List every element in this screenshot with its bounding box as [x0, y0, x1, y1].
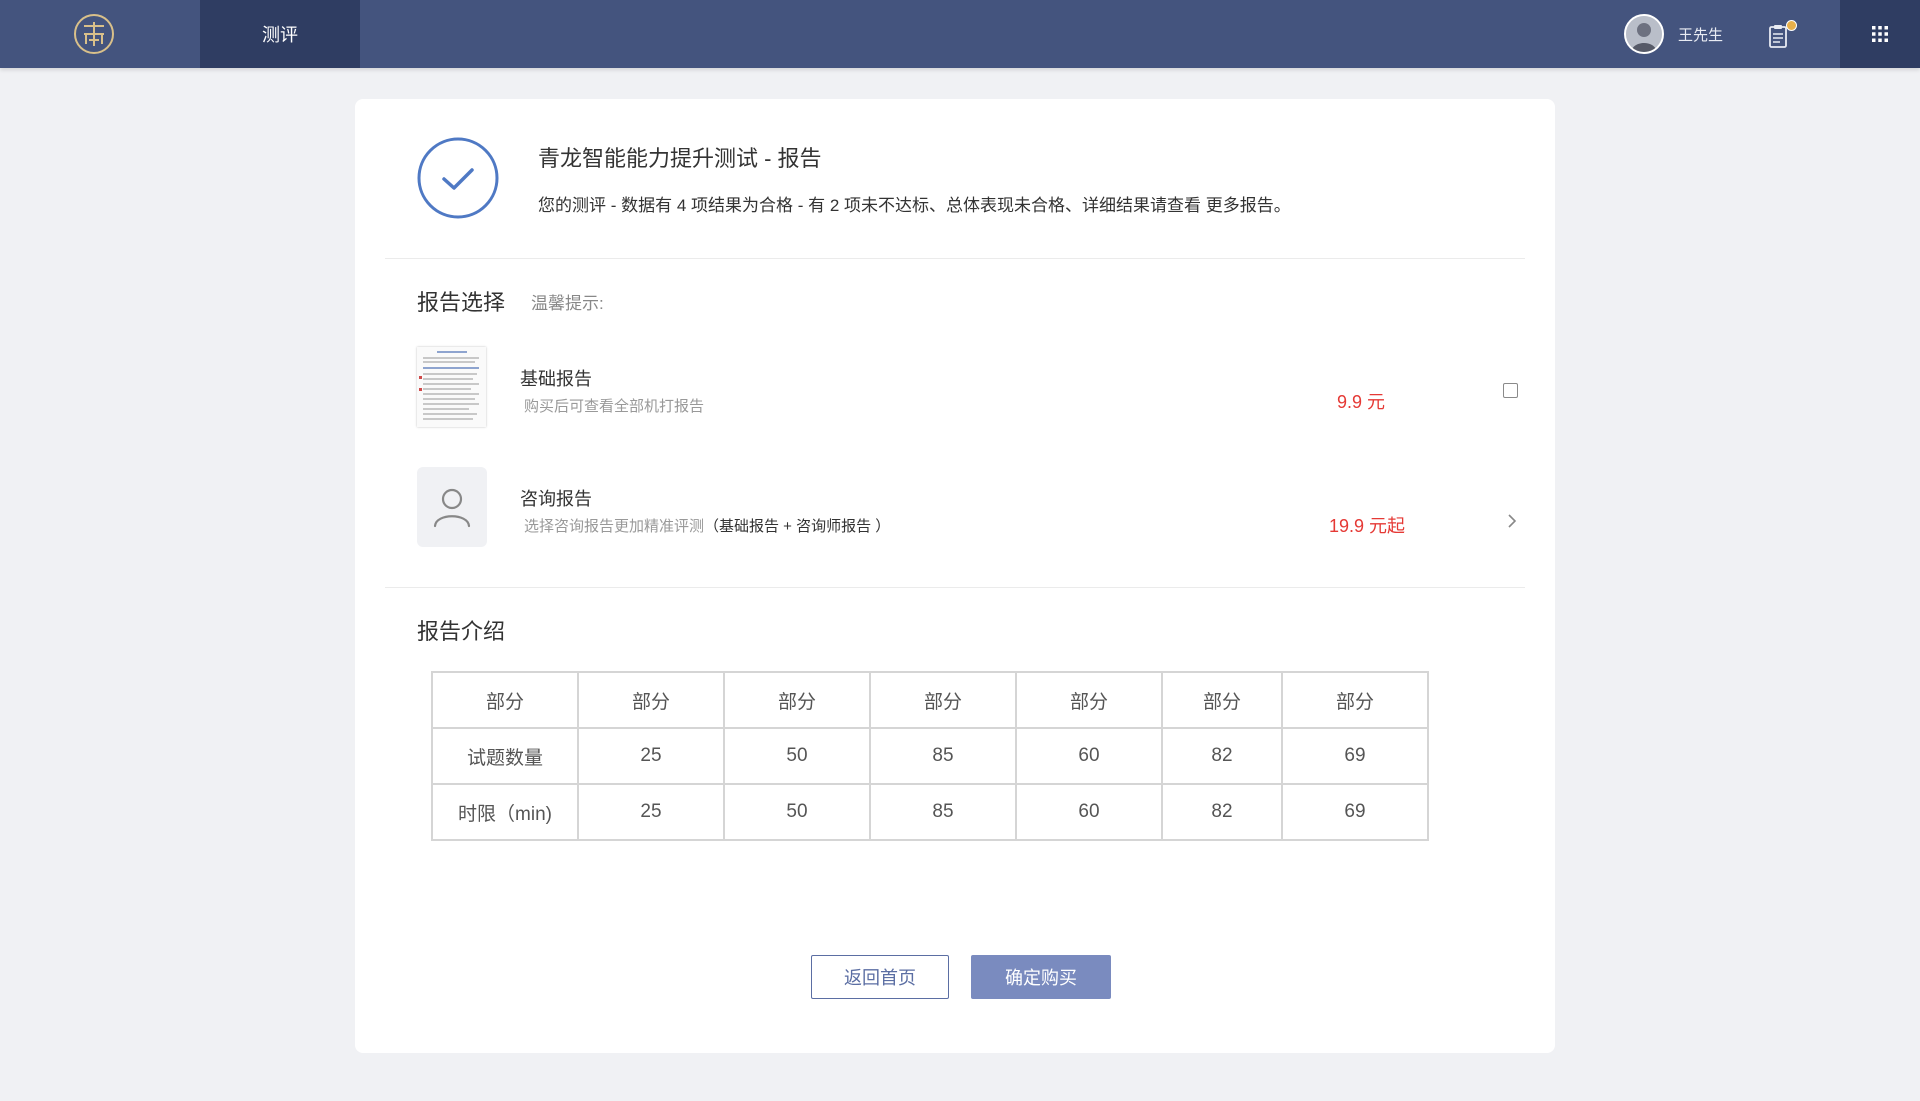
nav-tab-assessment[interactable]: 测评 — [200, 0, 360, 68]
table-cell: 82 — [1161, 783, 1283, 841]
table-cell: 60 — [1015, 783, 1163, 841]
table-cell: 50 — [723, 783, 871, 841]
report-intro-table: 部分 部分 部分 部分 部分 部分 部分 试题数量 25 50 85 60 82… — [431, 671, 1429, 841]
table-cell: 69 — [1281, 727, 1429, 785]
result-description: 您的测评 - 数据有 4 项结果为合格 - 有 2 项未不达标、总体表现未合格、… — [538, 196, 1291, 215]
table-cell: 69 — [1281, 783, 1429, 841]
back-home-button[interactable]: 返回首页 — [811, 955, 949, 999]
user-menu[interactable]: 王先生 — [1624, 14, 1723, 54]
table-cell: 50 — [723, 727, 871, 785]
divider — [385, 258, 1525, 259]
user-name: 王先生 — [1678, 26, 1724, 44]
table-cell: 试题数量 — [431, 727, 579, 785]
report-thumbnail — [417, 347, 486, 427]
apps-grid-icon[interactable] — [1840, 0, 1920, 68]
table-cell: 部分 — [1015, 671, 1163, 729]
table-cell: 60 — [1015, 727, 1163, 785]
report-item-desc: 购买后可查看全部机打报告 — [524, 398, 705, 415]
table-cell: 85 — [869, 783, 1017, 841]
report-select-title: 报告选择 — [417, 290, 506, 315]
top-navigation-bar: 测评 王先生 — [0, 0, 1920, 68]
report-item-price: 9.9 元 — [1337, 392, 1386, 412]
divider — [385, 587, 1525, 588]
table-cell: 25 — [577, 783, 725, 841]
report-card: 青龙智能能力提升测试 - 报告 您的测评 - 数据有 4 项结果为合格 - 有 … — [355, 99, 1555, 1053]
report-item-price: 19.9 元起 — [1329, 516, 1406, 536]
logo-icon[interactable] — [72, 12, 116, 56]
confirm-purchase-button[interactable]: 确定购买 — [971, 955, 1111, 999]
basic-report-checkbox[interactable] — [1503, 383, 1518, 398]
table-cell: 部分 — [723, 671, 871, 729]
table-cell: 部分 — [869, 671, 1017, 729]
nav-tab-label: 测评 — [262, 25, 298, 45]
chevron-right-icon[interactable] — [1505, 513, 1519, 529]
table-cell: 部分 — [431, 671, 579, 729]
result-title: 青龙智能能力提升测试 - 报告 — [538, 146, 822, 171]
table-row: 时限（min) 25 50 85 60 82 69 — [431, 783, 1429, 841]
avatar-icon[interactable] — [1624, 14, 1664, 54]
report-intro-title: 报告介绍 — [417, 619, 506, 644]
report-item-basic[interactable]: 基础报告 购买后可查看全部机打报告 9.9 元 — [417, 347, 1518, 429]
report-item-desc-detail: （基础报告 + 咨询师报告 ） — [704, 518, 891, 535]
table-cell: 部分 — [1161, 671, 1283, 729]
report-item-desc-main: 选择咨询报告更加精准评测 — [524, 518, 705, 535]
notification-badge — [1786, 20, 1797, 31]
report-item-name: 基础报告 — [520, 369, 592, 389]
user-icon — [417, 467, 487, 547]
check-circle-icon — [417, 137, 499, 219]
table-cell: 85 — [869, 727, 1017, 785]
table-cell: 时限（min) — [431, 783, 579, 841]
table-cell: 部分 — [577, 671, 725, 729]
table-row: 试题数量 25 50 85 60 82 69 — [431, 727, 1429, 785]
tip-label: 温馨提示: — [531, 294, 604, 313]
report-item-name: 咨询报告 — [520, 489, 592, 509]
clipboard-icon[interactable] — [1768, 20, 1797, 50]
table-cell: 部分 — [1281, 671, 1429, 729]
table-header-row: 部分 部分 部分 部分 部分 部分 部分 — [431, 671, 1429, 729]
table-cell: 25 — [577, 727, 725, 785]
table-cell: 82 — [1161, 727, 1283, 785]
report-item-desc: 选择咨询报告更加精准评测（基础报告 + 咨询师报告 ） — [524, 515, 890, 536]
report-item-consult[interactable]: 咨询报告 选择咨询报告更加精准评测（基础报告 + 咨询师报告 ） 19.9 元起 — [417, 467, 1517, 549]
